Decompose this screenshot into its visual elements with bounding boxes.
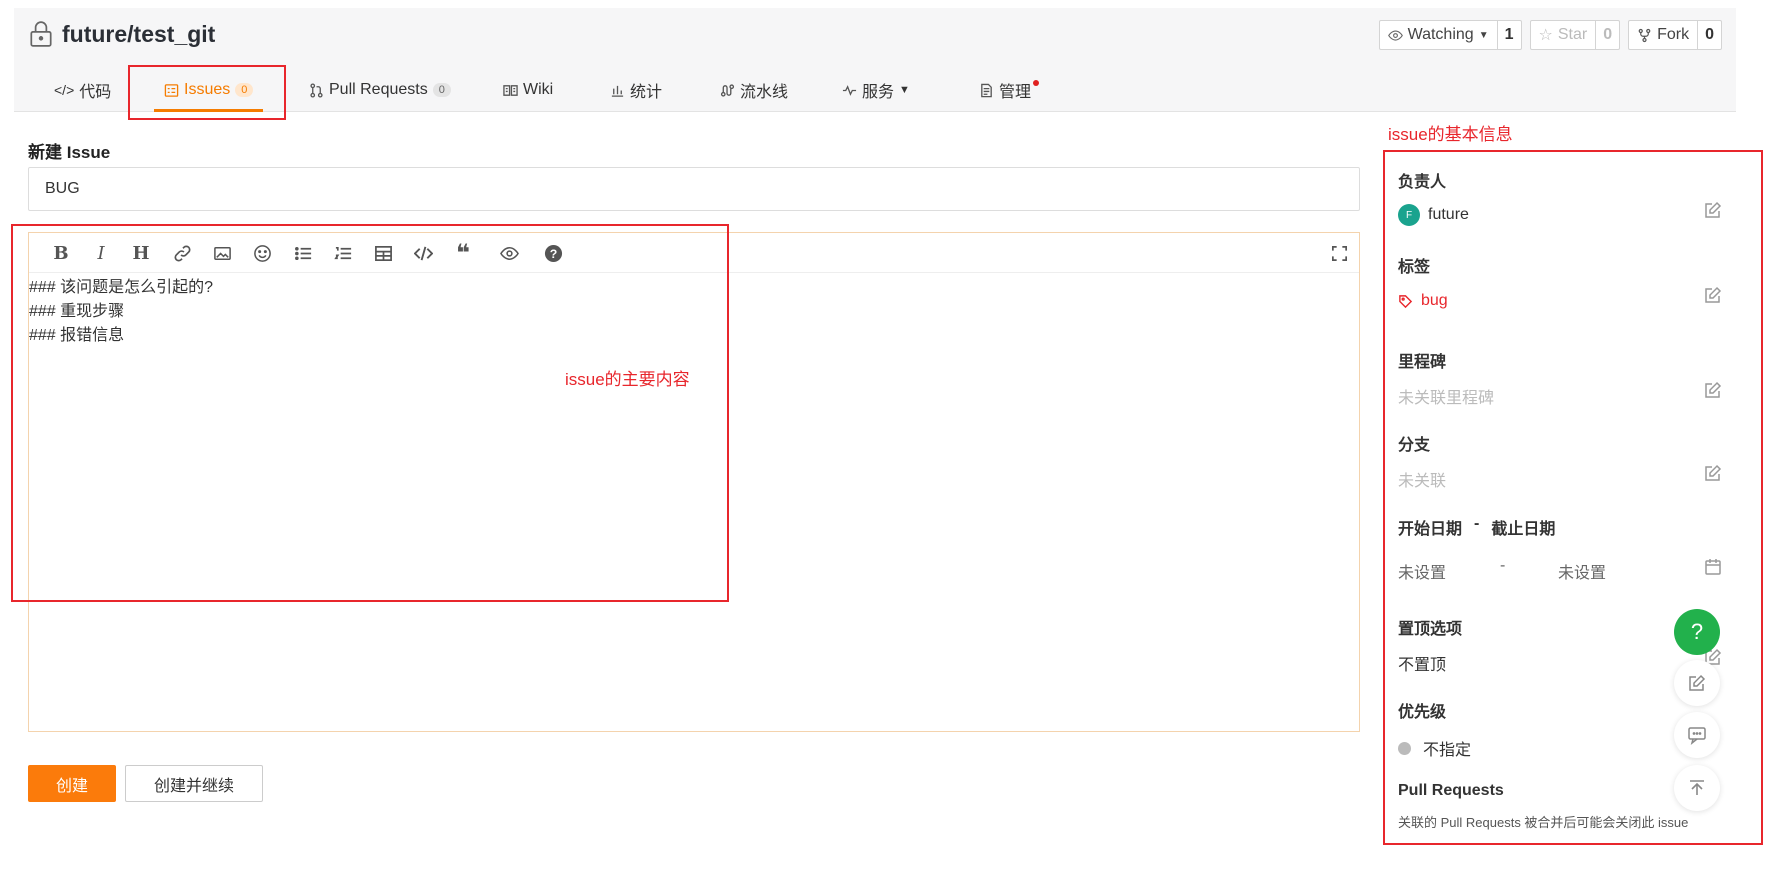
branch-section: 分支 未关联 <box>1398 431 1723 491</box>
tab-label: 管理 <box>999 84 1032 101</box>
document-icon <box>981 83 992 97</box>
edit-icon <box>1689 674 1706 691</box>
fork-icon <box>1638 28 1651 42</box>
dates-value[interactable]: 未设置 - 未设置 <box>1398 557 1723 583</box>
tab-label: 流水线 <box>740 84 789 101</box>
help-button[interactable]: ? <box>1674 609 1720 655</box>
annotation-box-main-content <box>11 224 729 602</box>
labels-heading: 标签 <box>1398 259 1431 276</box>
milestone-heading: 里程碑 <box>1398 354 1447 371</box>
priority-dot <box>1398 741 1411 755</box>
chat-icon <box>1688 727 1706 745</box>
tab-label: 代码 <box>79 84 112 101</box>
code-icon: </> <box>54 82 75 98</box>
tab-label: 统计 <box>630 84 663 101</box>
milestone-value[interactable]: 未关联里程碑 <box>1398 384 1723 408</box>
star-button[interactable]: ☆ Star 0 <box>1529 20 1621 50</box>
edit-icon[interactable] <box>1703 463 1723 483</box>
milestone-section: 里程碑 未关联里程碑 <box>1398 348 1723 408</box>
create-button[interactable]: 创建 <box>28 765 116 802</box>
back-to-top-button[interactable] <box>1674 765 1720 811</box>
watch-button[interactable]: Watching ▼ 1 <box>1378 20 1522 50</box>
label-name: bug <box>1421 292 1448 309</box>
tab-pull-requests[interactable]: Pull Requests 0 <box>309 68 451 112</box>
start-date-heading: 开始日期 <box>1398 521 1463 538</box>
star-icon: ☆ <box>1538 27 1553 44</box>
fork-button[interactable]: Fork 0 <box>1628 20 1722 50</box>
tab-wiki[interactable]: Wiki <box>503 68 553 112</box>
fork-count[interactable]: 0 <box>1697 21 1721 49</box>
notification-dot <box>1033 80 1040 86</box>
star-count[interactable]: 0 <box>1595 21 1619 49</box>
calendar-icon[interactable] <box>1703 557 1723 577</box>
tab-manage[interactable]: 管理 <box>979 68 1040 112</box>
labels-section: 标签 bug <box>1398 253 1723 310</box>
tab-label: Wiki <box>523 81 554 98</box>
edit-icon[interactable] <box>1703 380 1723 400</box>
branch-value[interactable]: 未关联 <box>1398 467 1723 491</box>
repo-actions: Watching ▼ 1 ☆ Star 0 Fork 0 <box>1378 20 1722 50</box>
date-value-separator: - <box>1500 557 1506 574</box>
pull-requests-note: 关联的 Pull Requests 被合并后可能会关闭此 issue <box>1398 815 1689 830</box>
repo-name[interactable]: future/test_git <box>62 21 215 48</box>
watch-label: Watching <box>1407 26 1474 43</box>
new-issue-heading: 新建 Issue <box>28 143 111 162</box>
repo-title: future/test_git <box>28 20 215 48</box>
create-and-continue-button[interactable]: 创建并继续 <box>125 765 263 802</box>
edit-icon[interactable] <box>1703 200 1723 220</box>
dates-section: 开始日期 - 截止日期 未设置 - 未设置 <box>1398 515 1723 583</box>
pin-value[interactable]: 不置顶 <box>1398 651 1723 675</box>
tab-pipeline[interactable]: 流水线 <box>720 68 788 112</box>
edit-icon[interactable] <box>1703 285 1723 305</box>
assignee-value[interactable]: F future <box>1398 204 1723 226</box>
label-value[interactable]: bug <box>1398 292 1723 310</box>
annotation-box-issues-tab <box>128 65 286 120</box>
fork-label: Fork <box>1657 26 1690 43</box>
book-icon <box>503 84 518 96</box>
priority-label: 不指定 <box>1423 742 1472 759</box>
annotation-basic-info-label: issue的基本信息 <box>1388 125 1513 144</box>
pr-count-badge: 0 <box>432 83 451 97</box>
pull-request-icon <box>310 82 323 98</box>
dates-heading: 开始日期 - 截止日期 <box>1398 515 1723 539</box>
assignee-name: future <box>1428 206 1469 223</box>
caret-down-icon: ▼ <box>1478 29 1489 41</box>
tag-icon <box>1399 294 1413 308</box>
start-date-value[interactable]: 未设置 <box>1398 559 1446 583</box>
tab-services[interactable]: 服务 ▼ <box>842 68 910 112</box>
feedback-button[interactable] <box>1674 660 1720 706</box>
arrow-up-icon <box>1690 780 1704 795</box>
due-date-heading: 截止日期 <box>1491 521 1556 538</box>
tab-label: Pull Requests <box>329 81 428 98</box>
watch-count[interactable]: 1 <box>1496 21 1521 49</box>
caret-down-icon: ▼ <box>899 84 910 96</box>
issue-title-input[interactable] <box>28 167 1360 211</box>
tab-label: 服务 <box>862 84 895 101</box>
chat-button[interactable] <box>1674 712 1720 758</box>
assignee-section: 负责人 F future <box>1398 168 1723 226</box>
due-date-value[interactable]: 未设置 <box>1558 559 1606 583</box>
avatar: F <box>1398 204 1420 226</box>
eye-icon <box>1387 29 1403 41</box>
tab-code[interactable]: </> 代码 <box>54 68 111 112</box>
pipeline-icon <box>720 83 735 97</box>
star-label: Star <box>1557 26 1588 43</box>
lock-icon <box>30 21 52 47</box>
priority-heading: 优先级 <box>1398 704 1447 721</box>
date-separator: - <box>1474 515 1480 532</box>
bar-chart-icon <box>611 85 624 97</box>
branch-heading: 分支 <box>1398 437 1431 454</box>
tab-stats[interactable]: 统计 <box>610 68 662 112</box>
pulse-icon <box>842 84 857 96</box>
assignee-heading: 负责人 <box>1398 174 1447 191</box>
annotation-main-content-label: issue的主要内容 <box>565 370 690 389</box>
fullscreen-icon[interactable] <box>1329 243 1349 263</box>
